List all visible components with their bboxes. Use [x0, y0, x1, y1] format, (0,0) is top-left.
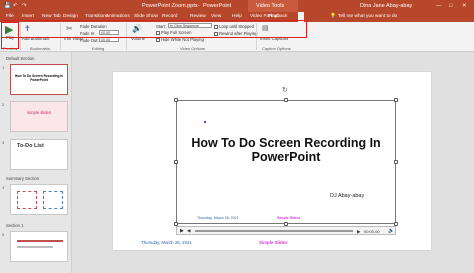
hide-not-playing-checkbox[interactable] [156, 37, 160, 42]
thumb-shape [17, 240, 63, 242]
window-title-app: PowerPoint [203, 3, 232, 9]
tab-review[interactable]: View [211, 14, 221, 19]
save-icon[interactable]: 💾 [4, 3, 11, 9]
play-control-icon[interactable]: ▶ [180, 228, 184, 234]
resize-handle[interactable] [174, 160, 178, 164]
tab-design[interactable]: Transitions [85, 14, 108, 19]
step-back-icon[interactable]: ◀ [187, 228, 190, 234]
undo-icon[interactable]: ↶ [13, 3, 18, 9]
user-name[interactable]: Dina Jane Abay-abay [360, 3, 412, 9]
video-options-group-label: Video Options [180, 46, 206, 51]
thumb-title: How To Do Screen Recording In PowerPoint [14, 74, 64, 82]
step-forward-icon[interactable]: ▶ [357, 229, 360, 235]
lightbulb-icon: 💡 [330, 14, 336, 19]
tab-file[interactable]: File [6, 14, 14, 19]
slide-footer-brand: Simple Slides [259, 240, 288, 245]
section-default[interactable]: Default Section [6, 56, 34, 61]
slide-thumbnail-3[interactable]: To-Do List [10, 139, 68, 170]
highlight-box-ribbon [1, 20, 307, 38]
rotate-handle-icon[interactable]: ↻ [282, 86, 288, 94]
slide-thumbnail-1[interactable]: How To Do Screen Recording In PowerPoint [10, 64, 68, 95]
tell-me-search[interactable]: Tell me what you want to do [338, 14, 397, 19]
tab-insert[interactable]: New Tab [42, 14, 61, 19]
video-time-readout: 00:00.00 [364, 229, 380, 234]
video-title-text: How To Do Screen Recording In PowerPoint [191, 136, 381, 164]
slide-number: 3 [2, 140, 5, 145]
slide-number: 1 [2, 65, 5, 70]
section-1[interactable]: Section 1 [6, 223, 23, 228]
thumb-shape [43, 191, 63, 209]
tab-animations[interactable]: Slide Show [134, 14, 158, 19]
separator-dash: - [198, 3, 200, 9]
redo-icon[interactable]: ↷ [22, 3, 27, 9]
tab-new-tab[interactable]: Design [63, 14, 78, 19]
thumb-shape [17, 191, 37, 209]
resize-handle[interactable] [174, 98, 178, 102]
bookmarks-group-label: Bookmarks [30, 46, 51, 51]
slide-footer-date: Thursday, March 26, 2021 [141, 240, 192, 245]
resize-handle[interactable] [284, 98, 288, 102]
resize-handle[interactable] [394, 98, 398, 102]
contextual-group-label: Video Tools [256, 3, 285, 9]
captions-group-label: Caption Options [262, 46, 291, 51]
video-inner-date: Thursday, March 26, 2021 [197, 216, 239, 220]
thumb-title: To-Do List [17, 143, 44, 149]
maximize-icon[interactable]: □ [449, 3, 452, 9]
tab-record[interactable]: Review [190, 14, 206, 19]
tab-transitions[interactable]: Animations [106, 14, 130, 19]
highlight-box-play [1, 22, 19, 49]
section-summary[interactable]: Summary Section [6, 176, 39, 181]
thumb-shape [17, 246, 53, 248]
video-progress-bar[interactable] [195, 230, 353, 232]
editing-group-label: Editing [92, 46, 105, 51]
slide-thumbnails-pane[interactable]: Default Section 1 How To Do Screen Recor… [0, 52, 72, 273]
close-icon[interactable]: ✕ [462, 3, 467, 9]
video-playback-controls[interactable]: ▶ ◀ ▶ 00:00.00 🔈 [176, 226, 396, 235]
resize-handle[interactable] [394, 160, 398, 164]
slide-number: 5 [2, 232, 5, 237]
slide-number: 4 [2, 185, 5, 190]
window-title-filename: PowerPoint Zoom.pptx [142, 3, 198, 9]
tab-slide-show[interactable]: Record [162, 14, 177, 19]
author-name: DJ Abay-abay [330, 193, 365, 199]
fade-out-label: Fade Out: [80, 38, 99, 43]
volume-control-icon[interactable]: 🔈 [388, 228, 394, 234]
slide-thumbnail-5[interactable] [10, 231, 68, 262]
thumb-title: simple slides [27, 110, 51, 115]
title-bar: 💾 ↶ ↷ PowerPoint Zoom.pptx - PowerPoint … [0, 0, 474, 12]
tab-view[interactable]: Help [232, 14, 242, 19]
slide-number: 2 [2, 102, 5, 107]
video-object[interactable]: How To Do Screen Recording In PowerPoint… [176, 100, 396, 224]
slide-thumbnail-4[interactable] [10, 184, 68, 215]
video-inner-brand: Simple Slides [277, 216, 301, 220]
mouse-pointer-mark [204, 121, 206, 123]
tab-home[interactable]: Insert [22, 14, 34, 19]
contextual-tab-group: Video Tools [248, 0, 298, 12]
minimize-icon[interactable]: — [436, 3, 442, 9]
slide-thumbnail-2[interactable]: simple slides [10, 101, 68, 132]
tab-video-format[interactable]: Playback [268, 14, 287, 19]
